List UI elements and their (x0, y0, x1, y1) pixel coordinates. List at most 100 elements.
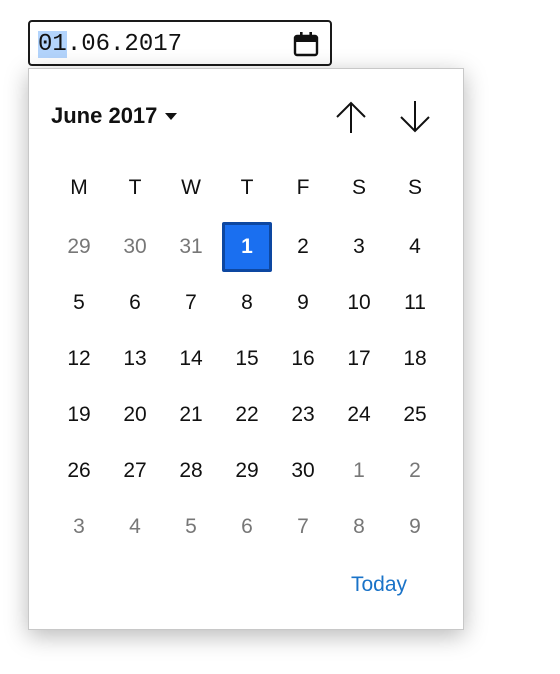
day-cell[interactable]: 7 (163, 275, 219, 331)
day-number: 7 (297, 515, 309, 538)
day-cell[interactable]: 26 (51, 443, 107, 499)
day-cell[interactable]: 12 (51, 331, 107, 387)
day-cell[interactable]: 19 (51, 387, 107, 443)
day-cell[interactable]: 21 (163, 387, 219, 443)
next-month-button[interactable] (395, 97, 435, 137)
day-cell[interactable]: 8 (331, 499, 387, 555)
day-cell[interactable]: 10 (331, 275, 387, 331)
day-number: 27 (123, 459, 147, 482)
day-number: 26 (67, 459, 91, 482)
weekday-label: T (240, 176, 254, 199)
day-cell[interactable]: 22 (219, 387, 275, 443)
day-cell[interactable]: 16 (275, 331, 331, 387)
day-number: 7 (185, 291, 197, 314)
date-segment-day[interactable]: 01 (38, 31, 67, 58)
previous-month-button[interactable] (331, 97, 371, 137)
day-cell[interactable]: 2 (275, 219, 331, 275)
day-number: 25 (403, 403, 427, 426)
weekday-label: F (296, 176, 310, 199)
day-number: 9 (297, 291, 309, 314)
day-cell-selected[interactable]: 1 (219, 219, 275, 275)
date-input-field[interactable]: 01.06.2017 (28, 20, 332, 66)
day-cell[interactable]: 8 (219, 275, 275, 331)
day-number: 1 (241, 235, 253, 258)
day-number: 14 (179, 347, 203, 370)
day-cell[interactable]: 14 (163, 331, 219, 387)
day-cell[interactable]: 29 (219, 443, 275, 499)
day-number: 30 (123, 235, 147, 258)
day-number: 5 (185, 515, 197, 538)
day-number: 16 (291, 347, 315, 370)
day-number: 24 (347, 403, 371, 426)
calendar-icon[interactable] (292, 30, 320, 58)
month-year-selector[interactable]: June 2017 (51, 101, 178, 131)
day-number: 15 (235, 347, 259, 370)
day-number: 17 (347, 347, 371, 370)
day-cell[interactable]: 9 (275, 275, 331, 331)
date-segment-rest[interactable]: .06.2017 (67, 31, 182, 58)
day-number: 4 (129, 515, 141, 538)
day-cell[interactable]: 30 (275, 443, 331, 499)
day-cell[interactable]: 5 (163, 499, 219, 555)
day-number: 13 (123, 347, 147, 370)
day-cell[interactable]: 11 (387, 275, 443, 331)
day-number: 2 (297, 235, 309, 258)
day-cell[interactable]: 29 (51, 219, 107, 275)
day-number: 23 (291, 403, 315, 426)
day-cell[interactable]: 20 (107, 387, 163, 443)
day-number: 9 (409, 515, 421, 538)
day-cell[interactable]: 6 (219, 499, 275, 555)
day-cell[interactable]: 27 (107, 443, 163, 499)
day-number: 12 (67, 347, 91, 370)
date-picker-popup: June 2017 MTWTFSS 29 30 31 1 2 3 4 5 6 7 8 9 10 11 12 1… (28, 68, 464, 630)
day-number: 5 (73, 291, 85, 314)
day-number: 6 (241, 515, 253, 538)
caret-down-icon (165, 112, 178, 120)
day-number: 29 (235, 459, 259, 482)
day-number: 30 (291, 459, 315, 482)
day-cell[interactable]: 3 (331, 219, 387, 275)
day-cell[interactable]: 28 (163, 443, 219, 499)
arrow-down-icon (400, 101, 430, 133)
day-cell[interactable]: 2 (387, 443, 443, 499)
day-cell[interactable]: 9 (387, 499, 443, 555)
day-cell[interactable]: 31 (163, 219, 219, 275)
day-cell[interactable]: 4 (107, 499, 163, 555)
day-number: 29 (67, 235, 91, 258)
day-number: 1 (353, 459, 365, 482)
month-year-label: June 2017 (51, 103, 158, 128)
weekday-label: M (70, 176, 88, 199)
day-cell[interactable]: 15 (219, 331, 275, 387)
day-cell[interactable]: 17 (331, 331, 387, 387)
day-number: 4 (409, 235, 421, 258)
day-cell[interactable]: 4 (387, 219, 443, 275)
day-cell[interactable]: 13 (107, 331, 163, 387)
day-cell[interactable]: 23 (275, 387, 331, 443)
day-number: 21 (179, 403, 203, 426)
weekday-label: T (128, 176, 142, 199)
day-cell[interactable]: 3 (51, 499, 107, 555)
day-number: 8 (241, 291, 253, 314)
day-number: 3 (353, 235, 365, 258)
today-button[interactable]: Today (351, 573, 407, 597)
day-number: 10 (347, 291, 371, 314)
day-number: 18 (403, 347, 427, 370)
day-number: 2 (409, 459, 421, 482)
arrow-up-icon (336, 101, 366, 133)
day-cell[interactable]: 30 (107, 219, 163, 275)
day-cell[interactable]: 25 (387, 387, 443, 443)
day-cell[interactable]: 18 (387, 331, 443, 387)
day-cell[interactable]: 5 (51, 275, 107, 331)
day-number: 28 (179, 459, 203, 482)
day-cell[interactable]: 6 (107, 275, 163, 331)
day-cell[interactable]: 24 (331, 387, 387, 443)
day-cell[interactable]: 7 (275, 499, 331, 555)
weekday-label: S (351, 176, 366, 199)
date-input-value[interactable]: 01.06.2017 (38, 31, 182, 59)
day-number: 11 (404, 291, 426, 314)
day-cell[interactable]: 1 (331, 443, 387, 499)
weekday-label: W (181, 176, 201, 199)
weekday-label: S (407, 176, 422, 199)
day-number: 31 (179, 235, 203, 258)
day-number: 6 (129, 291, 141, 314)
